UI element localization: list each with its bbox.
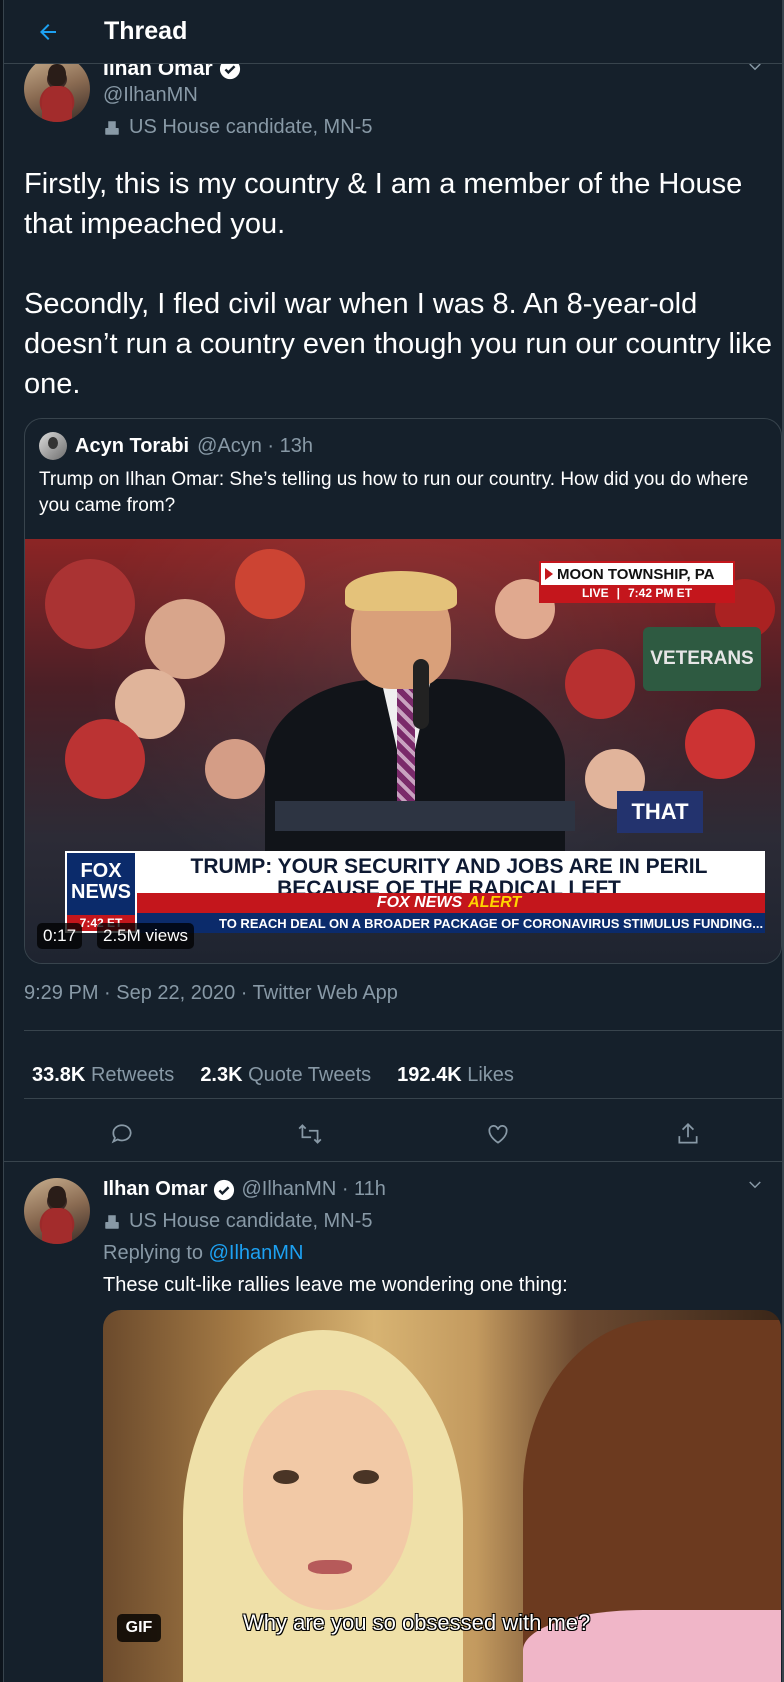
ballot-box-icon xyxy=(105,120,119,135)
play-triangle-icon xyxy=(545,568,553,580)
alert-word: ALERT xyxy=(468,894,522,911)
tweet-text: Firstly, this is my country & I am a mem… xyxy=(24,164,774,404)
quote-tweets-stat[interactable]: 2.3K Quote Tweets xyxy=(200,1064,371,1087)
reply-author-name[interactable]: Ilhan Omar xyxy=(103,1178,207,1201)
quoted-author-name: Acyn Torabi xyxy=(75,434,190,457)
video-player[interactable]: VETERANS THAT MOON TOWNSHIP, PA LIVE | 7:4… xyxy=(25,539,781,963)
network-logo: FOX NEWS 7:42 ET xyxy=(65,851,137,933)
quoted-tweet-card[interactable]: Acyn Torabi @Acyn · 13h Trump on Ilhan O… xyxy=(24,418,782,964)
podium xyxy=(275,801,575,831)
location-text: MOON TOWNSHIP, PA xyxy=(557,565,715,583)
ballot-box-icon xyxy=(105,1214,119,1229)
replying-to: Replying to @IlhanMN xyxy=(103,1242,303,1265)
alert-bar: FOX NEWS ALERT xyxy=(133,893,765,913)
crowd-figure xyxy=(145,599,225,679)
tweet-paragraph: Firstly, this is my country & I am a mem… xyxy=(24,168,743,240)
back-arrow-icon[interactable] xyxy=(30,14,66,50)
gif-figure-eye xyxy=(353,1470,379,1484)
account-label: US House candidate, MN-5 xyxy=(103,1210,372,1233)
engagement-stats: 33.8K Retweets 2.3K Quote Tweets 192.4K … xyxy=(32,1064,514,1087)
replying-prefix: Replying to xyxy=(103,1242,204,1264)
page-title: Thread xyxy=(104,17,188,45)
quoted-author-meta: @Acyn · 13h xyxy=(197,434,314,457)
retweets-stat[interactable]: 33.8K Retweets xyxy=(32,1064,174,1087)
share-icon[interactable] xyxy=(668,1114,708,1154)
chyron-line: TRUMP: YOUR SECURITY AND JOBS ARE IN PER… xyxy=(190,855,708,878)
account-label-text: US House candidate, MN-5 xyxy=(129,1210,373,1232)
account-label: US House candidate, MN-5 xyxy=(103,116,372,139)
tweet-timestamp[interactable]: 9:29 PM · Sep 22, 2020 · Twitter Web App xyxy=(24,982,398,1005)
crowd-figure xyxy=(65,719,145,799)
avatar[interactable] xyxy=(24,56,90,122)
thread-header: Thread xyxy=(4,0,782,64)
video-duration: 0:17 xyxy=(37,923,83,949)
divider xyxy=(24,1030,782,1031)
speaker-hair xyxy=(345,571,457,611)
likes-stat[interactable]: 192.4K Likes xyxy=(397,1064,514,1087)
veterans-sign: VETERANS xyxy=(643,627,761,691)
tweet-paragraph: Secondly, I fled civil war when I was 8.… xyxy=(24,288,773,400)
divider xyxy=(24,1098,782,1099)
author-handle[interactable]: @IlhanMN xyxy=(103,84,198,107)
crowd-figure xyxy=(45,559,135,649)
gif-badge: GIF xyxy=(117,1614,161,1642)
account-label-text: US House candidate, MN-5 xyxy=(129,116,373,138)
replying-handle-link[interactable]: @IlhanMN xyxy=(209,1242,304,1264)
verified-badge-icon xyxy=(214,1179,235,1200)
reply-author-meta[interactable]: @IlhanMN · 11h xyxy=(241,1178,385,1201)
crowd-figure xyxy=(235,549,305,619)
gif-caption: Why are you so obsessed with me? xyxy=(243,1610,591,1635)
main-tweet: Ilhan Omar @IlhanMN US House candidate, … xyxy=(4,56,782,1162)
retweet-icon[interactable] xyxy=(290,1114,330,1154)
avatar[interactable] xyxy=(24,1178,90,1244)
gif-media[interactable]: GIF Why are you so obsessed with me? xyxy=(103,1310,781,1682)
microphone xyxy=(413,659,429,729)
logo-line: NEWS xyxy=(71,881,131,903)
logo-line: FOX xyxy=(80,860,122,882)
live-time: 7:42 PM ET xyxy=(628,586,693,600)
more-options-icon[interactable] xyxy=(746,1176,764,1199)
crowd-figure xyxy=(205,739,265,799)
news-ticker: TO REACH DEAL ON A BROADER PACKAGE OF CO… xyxy=(133,913,765,933)
reply-icon[interactable] xyxy=(102,1114,142,1154)
that-sign: THAT xyxy=(617,791,703,833)
reply-text: These cult-like rallies leave me wonderi… xyxy=(103,1274,568,1296)
location-bug: MOON TOWNSHIP, PA LIVE | 7:42 PM ET xyxy=(539,561,735,603)
video-views: 2.5M views xyxy=(97,923,195,949)
crowd-figure xyxy=(565,649,635,719)
gif-figure-mouth xyxy=(308,1560,352,1574)
quoted-avatar xyxy=(39,432,67,460)
alert-prefix: FOX NEWS xyxy=(376,894,463,911)
gif-figure-eye xyxy=(273,1470,299,1484)
tweet-actions xyxy=(4,1114,782,1160)
reply-tweet[interactable]: Ilhan Omar @IlhanMN · 11h US House candi… xyxy=(4,1162,782,1682)
like-icon[interactable] xyxy=(478,1114,518,1154)
live-text: LIVE xyxy=(581,586,609,600)
quoted-tweet-text: Trump on Ilhan Omar: She’s telling us ho… xyxy=(39,469,749,516)
quoted-author-row: Acyn Torabi @Acyn · 13h xyxy=(39,432,313,460)
crowd-figure xyxy=(685,709,755,779)
gif-figure-face xyxy=(243,1390,413,1610)
reply-author-row: Ilhan Omar @IlhanMN · 11h xyxy=(103,1178,386,1201)
